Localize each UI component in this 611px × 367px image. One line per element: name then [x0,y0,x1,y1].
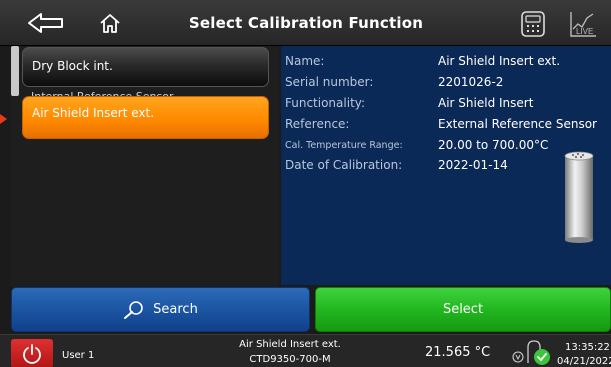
calibration-date-value: 2022-01-14 [438,158,508,172]
status-bar: User 1 Air Shield Insert ext. CTD9350-70… [0,334,611,367]
range-label: Cal. Temperature Range: [285,140,403,151]
list-item-label: Air Shield Insert ext. [32,106,155,120]
search-button[interactable]: Search [11,287,310,332]
power-icon [23,343,41,364]
details-panel: Name: Air Shield Insert ext. Serial numb… [281,46,611,285]
list-scrollbar[interactable] [11,46,19,96]
current-temperature: 21.565 °C [425,345,491,360]
search-icon [124,300,143,319]
reference-value: External Reference Sensor [438,117,597,131]
back-arrow-icon[interactable] [26,8,66,38]
page-title: Select Calibration Function [188,14,424,32]
calculator-icon[interactable] [518,9,548,39]
active-device-name: Air Shield Insert ext. [239,339,341,350]
calibration-date-label: Date of Calibration: [285,158,403,172]
select-button-label: Select [442,302,484,317]
serial-label: Serial number: [285,75,374,89]
list-item-dry-block[interactable]: Dry Block int. [22,47,269,87]
functionality-value: Air Shield Insert [438,96,534,110]
sensor-status-icon [512,340,550,365]
list-item-label: Dry Block int. [32,59,113,73]
air-shield-insert-icon [564,151,594,243]
name-value: Air Shield Insert ext. [438,54,561,68]
serial-value: 2201026-2 [438,75,504,89]
clock-date: 04/21/2022 [557,356,611,367]
list-item-air-shield-selected[interactable]: Air Shield Insert ext. [22,96,269,139]
active-device-model: CTD9350-700-M [249,354,331,365]
live-chart-icon[interactable]: LIVE [568,9,598,39]
home-icon[interactable] [95,8,125,38]
name-label: Name: [285,54,325,68]
clock-time: 13:35:22 [565,342,610,353]
range-value: 20.00 to 700.00°C [438,138,549,152]
select-button[interactable]: Select [315,287,611,332]
functionality-label: Functionality: [285,96,366,110]
current-user: User 1 [62,350,95,361]
reference-label: Reference: [285,117,350,131]
header-bar: Select Calibration Function LIVE [0,0,611,46]
search-button-label: Search [153,302,198,317]
power-button[interactable] [11,339,53,367]
live-label: LIVE [576,27,593,36]
selection-pointer-icon [0,114,7,124]
